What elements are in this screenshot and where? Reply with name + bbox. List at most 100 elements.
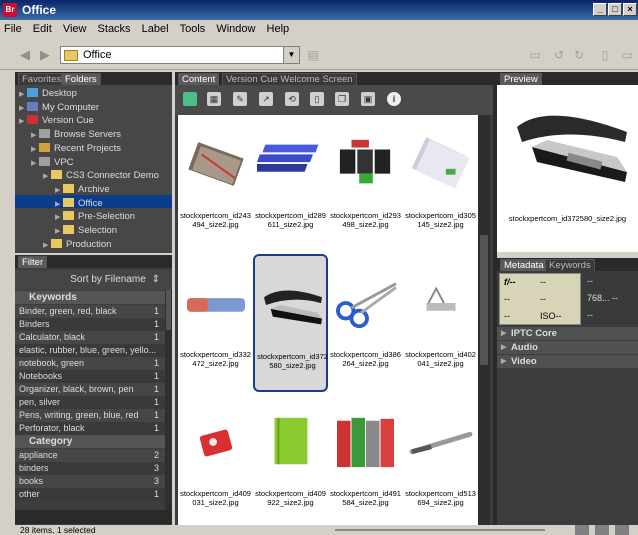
tree-item[interactable]: ▶ Desktop [19,87,77,100]
rotate-right-icon[interactable]: ↻ [572,48,586,62]
content-scrollbar[interactable] [478,115,490,525]
menu-stacks[interactable]: Stacks [94,20,135,38]
menu-view[interactable]: View [59,20,91,38]
menu-help[interactable]: Help [263,20,294,38]
tree-item[interactable]: ▶ Recent Projects [31,142,121,155]
view-mode-3-icon[interactable] [615,525,629,535]
version-cue-icon[interactable] [183,92,197,106]
expand-triangle-icon[interactable]: ▶ [19,102,27,115]
expand-triangle-icon[interactable]: ▶ [55,211,63,224]
delete-icon[interactable]: ▯ [310,92,324,106]
expand-triangle-icon[interactable]: ▶ [43,170,51,183]
expand-triangle-icon[interactable]: ▶ [43,239,51,252]
folder-up-icon[interactable]: ▤ [306,48,320,62]
thumbnail-item[interactable]: stockxpertcom_id491584_size2.jpg [328,393,403,531]
maximize-button[interactable]: □ [608,3,622,16]
filter-row[interactable]: Perforator, black 1 [15,422,165,435]
back-arrow-icon[interactable]: ◀ [18,48,32,62]
filter-row[interactable]: elastic, rubber, blue, green, yello... [15,344,165,357]
expand-triangle-icon[interactable]: ▶ [31,157,39,170]
tab-filter[interactable]: Filter [18,256,48,268]
compact-mode-icon[interactable]: ▭ [620,48,634,62]
expand-triangle-icon[interactable]: ▶ [19,88,27,101]
tab-favorites[interactable]: Favorites [18,73,66,85]
filter-row[interactable]: Pens, writing, green, blue, red 1 [15,409,165,422]
tab-content[interactable]: Content [178,73,220,85]
versions-icon[interactable]: ▦ [207,92,221,106]
tree-item[interactable]: ▶ My Computer [19,101,99,114]
tab-preview[interactable]: Preview [500,73,542,85]
tab-keywords[interactable]: Keywords [545,259,595,271]
expand-triangle-icon[interactable]: ▶ [55,184,63,197]
expand-triangle-icon[interactable]: ▶ [55,225,63,238]
filter-row[interactable]: Binder, green, red, black 1 [15,305,165,318]
check-in-icon[interactable]: ✎ [233,92,247,106]
thumbnail-item[interactable]: stockxpertcom_id332472_size2.jpg [178,254,253,392]
menu-tools[interactable]: Tools [176,20,210,38]
thumbnail-item[interactable]: stockxpertcom_id372580_size2.jpg [253,254,328,392]
filter-row[interactable]: binders 3 [15,462,165,475]
view-mode-1-icon[interactable] [575,525,589,535]
section-video[interactable]: ▶ Video [497,355,638,368]
thumbnail-item[interactable]: stockxpertcom_id289611_size2.jpg [253,115,328,253]
sync-icon[interactable]: ⟲ [285,92,299,106]
menu-window[interactable]: Window [212,20,259,38]
thumbnail-size-slider[interactable] [335,529,545,531]
tree-item[interactable]: ▶ Office [55,197,103,210]
filter-scrollbar[interactable] [165,290,172,510]
check-out-icon[interactable]: ↗ [259,92,273,106]
thumbnail-item[interactable]: stockxpertcom_id409922_size2.jpg [253,393,328,531]
info-icon[interactable]: i [387,92,401,106]
filter-row[interactable]: other 1 [15,488,165,501]
filter-row[interactable]: Organizer, black, brown, pen 1 [15,383,165,396]
thumbnail-item[interactable]: stockxpertcom_id409031_size2.jpg [178,393,253,531]
thumbnail-item[interactable]: stockxpertcom_id305145_size2.jpg [403,115,478,253]
filter-section-header[interactable]: Keywords [15,291,165,304]
tab-folders[interactable]: Folders [61,73,101,85]
thumbnail-item[interactable]: stockxpertcom_id386264_size2.jpg [328,254,403,392]
menu-edit[interactable]: Edit [29,20,56,38]
section-audio[interactable]: ▶ Audio [497,341,638,354]
thumbnail-item[interactable]: stockxpertcom_id293498_size2.jpg [328,115,403,253]
thumbnail-item[interactable]: stockxpertcom_id243494_size2.jpg [178,115,253,253]
expand-triangle-icon[interactable]: ▶ [19,115,27,128]
forward-arrow-icon[interactable]: ▶ [38,48,52,62]
tree-item[interactable]: ▶ Production [43,238,111,251]
filter-row[interactable]: Notebooks 1 [15,370,165,383]
filter-row[interactable]: appliance 2 [15,449,165,462]
new-folder-icon[interactable]: ▭ [528,48,542,62]
tree-item[interactable]: ▶ Browse Servers [31,128,121,141]
filter-row[interactable]: Binders 1 [15,318,165,331]
expand-triangle-icon[interactable]: ▶ [55,198,63,211]
copy-icon[interactable]: ❐ [335,92,349,106]
section-iptc-core[interactable]: ▶ IPTC Core [497,327,638,340]
tree-item[interactable]: ▶ CS3 Connector Demo [43,169,159,182]
menu-file[interactable]: File [0,20,26,38]
sort-dropdown[interactable]: Sort by Filename ⇕ [15,270,172,290]
filter-row[interactable]: pen, silver 1 [15,396,165,409]
filter-row[interactable]: notebook, green 1 [15,357,165,370]
chevron-down-icon[interactable]: ▼ [283,47,299,63]
tree-item[interactable]: ▶ Selection [55,224,117,237]
filter-row[interactable]: books 3 [15,475,165,488]
filter-section-header[interactable]: Category [15,435,165,448]
thumbnail-item[interactable]: stockxpertcom_id402041_size2.jpg [403,254,478,392]
thumbnail-item[interactable]: stockxpertcom_id513694_size2.jpg [403,393,478,531]
tab-version-cue-welcome[interactable]: Version Cue Welcome Screen [222,73,357,85]
path-dropdown[interactable]: Office ▼ [60,46,300,64]
filter-row[interactable]: Calculator, black 1 [15,331,165,344]
lock-icon[interactable]: ▣ [361,92,375,106]
tree-item[interactable]: ▶ Archive [55,183,110,196]
view-mode-2-icon[interactable] [595,525,609,535]
close-button[interactable]: × [623,3,637,16]
tree-item[interactable]: ▶ VPC [31,156,74,169]
tree-item[interactable]: ▶ Pre-Selection [55,210,135,223]
trash-icon[interactable]: ▯ [598,48,612,62]
menu-label[interactable]: Label [138,20,173,38]
expand-triangle-icon[interactable]: ▶ [31,129,39,142]
minimize-button[interactable]: _ [593,3,607,16]
expand-triangle-icon[interactable]: ▶ [31,143,39,156]
tab-metadata[interactable]: Metadata [500,259,548,271]
tree-item[interactable]: ▶ Version Cue [19,114,94,127]
rotate-left-icon[interactable]: ↺ [552,48,566,62]
